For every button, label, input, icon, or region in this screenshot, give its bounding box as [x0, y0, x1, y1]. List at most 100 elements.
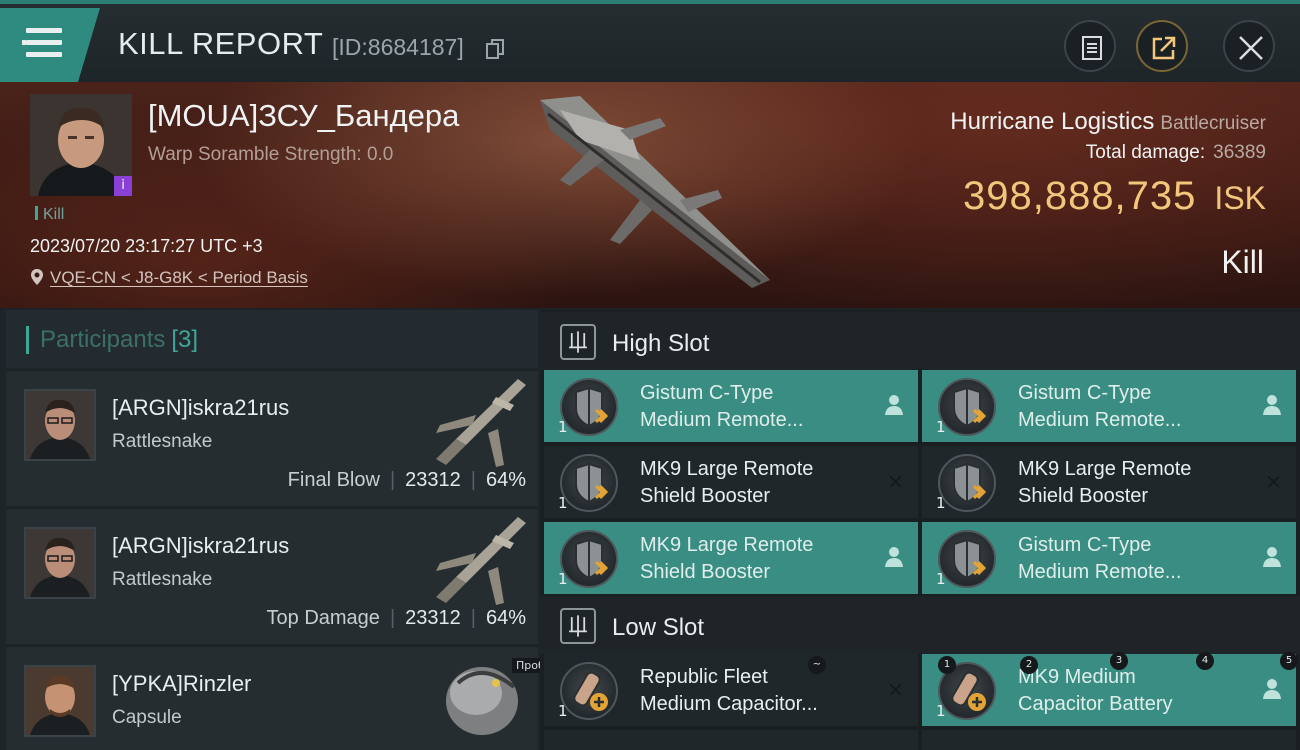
low-slot-header: Low Slot [540, 596, 1300, 654]
shield-booster-icon [938, 454, 996, 512]
close-button[interactable] [1223, 20, 1275, 72]
module-quantity: 1 [558, 570, 568, 588]
copy-icon[interactable] [486, 39, 504, 59]
page-title: KILL REPORT [118, 26, 324, 61]
top-bar: KILL REPORT [ID:8684187] [0, 0, 1300, 82]
kill-datetime: 2023/07/20 23:17:27 UTC +3 [30, 236, 263, 256]
module-name-cont: Medium Remote... [1018, 409, 1182, 431]
module-name: Republic Fleet [640, 666, 768, 688]
module-quantity: 1 [936, 702, 946, 720]
participants-count: [3] [171, 326, 199, 353]
module-quantity: 1 [936, 494, 946, 512]
participants-panel: Participants [3] [ARGN]iskra21rus Rattles… [0, 310, 563, 750]
hotkey-hint: ~ [808, 656, 826, 674]
person-icon[interactable] [884, 394, 904, 416]
module-slot[interactable]: 1 Gistum C-Type Medium Remote... [922, 522, 1296, 594]
module-slot[interactable] [922, 730, 1296, 750]
module-name-cont: Shield Booster [640, 485, 771, 507]
clipboard-icon [1082, 36, 1102, 60]
participant-stats: Top Damage | 23312 | 64% [266, 607, 526, 629]
participant-role: Top Damage [266, 607, 380, 629]
victim-name[interactable]: [MOUA]ЗСУ_Бандера [148, 98, 459, 134]
shield-booster-icon [938, 530, 996, 588]
participant-name[interactable]: [YPKA]Rinzler [112, 671, 251, 697]
participants-title: Participants [3] [40, 326, 199, 353]
module-slot[interactable]: 1 MK9 Large Remote Shield Booster [544, 522, 918, 594]
isk-amount: 398,888,735 [962, 174, 1197, 218]
participant-avatar[interactable] [24, 665, 96, 737]
victim-ship-name: Hurricane Logistics Battlecruiser [950, 108, 1266, 136]
module-name: Gistum C-Type [640, 382, 774, 404]
high-slot-header: High Slot [540, 312, 1300, 370]
hotkey-hint: 3 [1110, 652, 1128, 670]
participant-damage: 23312 [405, 469, 461, 491]
participant-row[interactable]: [YPKA]Rinzler Capsule [6, 646, 538, 750]
high-slot-title: High Slot [612, 330, 710, 357]
location-path[interactable]: VQE-CN < J8-G8K < Period Basis [50, 268, 308, 287]
isk-value: 398,888,735 ISK [963, 174, 1266, 219]
shield-booster-icon [560, 530, 618, 588]
participant-avatar[interactable] [24, 389, 96, 461]
module-name: MK9 Large Remote [1018, 458, 1192, 480]
module-slot[interactable]: 1 Gistum C-Type Medium Remote... [922, 370, 1296, 442]
participant-name[interactable]: [ARGN]iskra21rus [112, 533, 289, 559]
participant-ship: Rattlesnake [112, 431, 213, 452]
module-name-cont: Shield Booster [1018, 485, 1149, 507]
module-name: Gistum C-Type [1018, 534, 1152, 556]
module-quantity: 1 [558, 494, 568, 512]
module-slot[interactable]: 1 Gistum C-Type Medium Remote... [544, 370, 918, 442]
x-icon: ✕ [1265, 470, 1282, 494]
ship-class: Battlecruiser [1160, 113, 1266, 134]
x-icon: ✕ [887, 470, 904, 494]
ship-type-name[interactable]: Hurricane Logistics [950, 108, 1154, 135]
kill-result: Kill [1221, 244, 1264, 280]
capacitor-icon [560, 662, 618, 720]
participant-row[interactable]: [ARGN]iskra21rus Rattlesnake Top Damage |… [6, 508, 538, 644]
x-icon: ✕ [887, 678, 904, 702]
module-quantity: 1 [558, 702, 568, 720]
participant-percent: 64% [485, 607, 526, 629]
isk-unit: ISK [1214, 180, 1266, 216]
shield-booster-icon [560, 378, 618, 436]
total-damage: Total damage: 36389 [1086, 142, 1266, 164]
victim-ship-image[interactable] [520, 90, 790, 300]
share-button[interactable] [1136, 20, 1188, 72]
module-slot[interactable] [544, 730, 918, 750]
participant-avatar[interactable] [24, 527, 96, 599]
module-slot[interactable]: 1 MK9 Medium Capacitor Battery [922, 654, 1296, 726]
slot-category-icon [560, 324, 596, 360]
person-icon[interactable] [1262, 678, 1282, 700]
info-badge: i [114, 176, 132, 196]
menu-button[interactable] [0, 8, 100, 82]
warp-scramble-strength: Warp Soramble Strength: 0.0 [148, 144, 394, 165]
hotkey-hint: 5 [1280, 652, 1298, 670]
module-quantity: 1 [936, 570, 946, 588]
module-name-cont: Medium Remote... [1018, 561, 1182, 583]
person-icon[interactable] [884, 546, 904, 568]
participant-percent: 64% [485, 469, 526, 491]
module-slot[interactable]: 1 MK9 Large Remote Shield Booster ✕ [544, 446, 918, 518]
module-name: MK9 Large Remote [640, 458, 814, 480]
kill-summary-banner: i [MOUA]ЗСУ_Бандера Warp Soramble Streng… [0, 82, 1300, 308]
participant-name[interactable]: [ARGN]iskra21rus [112, 395, 289, 421]
module-quantity: 1 [558, 418, 568, 436]
person-icon[interactable] [1262, 546, 1282, 568]
close-icon [1239, 36, 1263, 60]
module-slot[interactable]: 1 MK9 Large Remote Shield Booster ✕ [922, 446, 1296, 518]
kill-location[interactable]: VQE-CN < J8-G8K < Period Basis [30, 268, 308, 288]
report-id: [ID:8684187] [332, 34, 464, 60]
module-slot[interactable]: 1 Republic Fleet Medium Capacitor... ✕ [544, 654, 918, 726]
participant-ship-image[interactable] [426, 513, 530, 609]
total-damage-value: 36389 [1213, 142, 1266, 163]
location-pin-icon [31, 269, 43, 285]
participant-row[interactable]: [ARGN]iskra21rus Rattlesnake Final Blow |… [6, 370, 538, 506]
hotkey-hint: 4 [1196, 652, 1214, 670]
report-button[interactable] [1064, 20, 1116, 72]
participant-ship-image[interactable] [426, 375, 530, 471]
low-slot-title: Low Slot [612, 614, 705, 641]
participant-ship: Rattlesnake [112, 569, 213, 590]
module-name-cont: Medium Remote... [640, 409, 804, 431]
person-icon[interactable] [1262, 394, 1282, 416]
total-damage-label: Total damage: [1085, 142, 1206, 163]
shield-booster-icon [560, 454, 618, 512]
